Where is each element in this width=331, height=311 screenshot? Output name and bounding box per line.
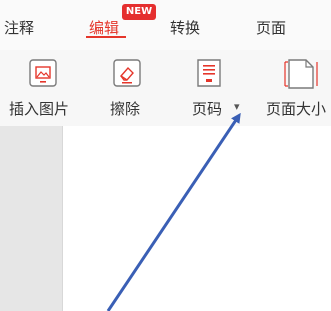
annotation-arrow [106,112,241,311]
